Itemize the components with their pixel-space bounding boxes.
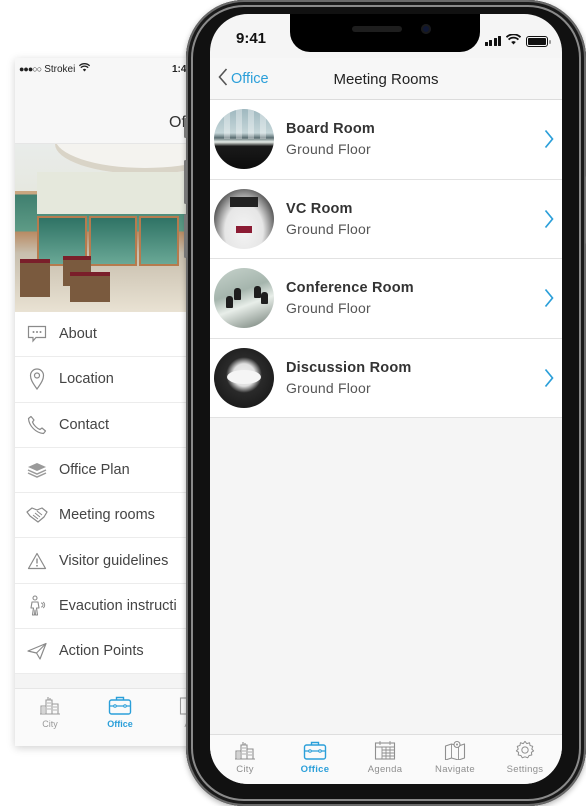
chevron-right-icon — [544, 288, 554, 313]
warning-icon — [15, 552, 59, 570]
briefcase-icon — [108, 696, 132, 717]
map-icon — [444, 740, 466, 763]
location-pin-icon — [15, 368, 59, 391]
tab-label: Navigate — [435, 764, 475, 775]
handshake-icon — [15, 506, 59, 524]
notch — [290, 14, 480, 52]
menu-item-contact[interactable]: Contact — [15, 403, 195, 448]
room-name: Board Room — [286, 121, 375, 138]
back-status-bar: ●●●○○ Strokei 1:4 — [15, 58, 195, 80]
page-title: Meeting Rooms — [333, 71, 439, 88]
back-status-time: 1:4 — [172, 64, 187, 75]
layers-icon — [15, 462, 59, 478]
wifi-icon — [505, 32, 522, 50]
room-name: Conference Room — [286, 280, 414, 297]
menu-item-label: Meeting rooms — [59, 507, 155, 524]
front-camera — [421, 24, 431, 34]
chevron-right-icon — [544, 129, 554, 154]
menu-item-about[interactable]: About — [15, 312, 195, 358]
mute-switch — [184, 118, 187, 138]
room-floor: Ground Floor — [286, 220, 371, 237]
back-tab-city[interactable]: City — [25, 695, 75, 729]
signal-dots: ●●●○○ — [19, 64, 42, 74]
menu-item-visitor-guidelines[interactable]: Visitor guidelines — [15, 538, 195, 584]
menu-item-meeting-rooms[interactable]: Meeting rooms — [15, 493, 195, 539]
back-tab-office[interactable]: Office — [95, 695, 145, 729]
phone-icon — [15, 415, 59, 435]
background-phone-screen: ●●●○○ Strokei 1:4 Of About Location Cont… — [15, 58, 195, 746]
menu-item-label: About — [59, 326, 97, 343]
room-list-item[interactable]: Conference Room Ground Floor — [210, 259, 562, 339]
menu-item-label: Office Plan — [59, 462, 130, 479]
room-name: VC Room — [286, 200, 353, 217]
menu-item-label: Action Points — [59, 643, 144, 660]
menu-item-location[interactable]: Location — [15, 357, 195, 403]
tab-office[interactable]: Office — [280, 740, 350, 775]
battery-icon — [526, 35, 551, 47]
menu-item-office-plan[interactable]: Office Plan — [15, 448, 195, 494]
back-navbar: Of — [15, 80, 195, 144]
back-tab-bar: City Office Ag — [15, 688, 195, 746]
tab-bar: City Office Agenda Navigate Settings — [210, 734, 562, 784]
room-floor: Ground Floor — [286, 141, 371, 158]
menu-item-label: Evacution instructi — [59, 597, 177, 614]
room-list-item[interactable]: VC Room Ground Floor — [210, 180, 562, 259]
menu-item-action-points[interactable]: Action Points — [15, 629, 195, 675]
city-icon — [39, 697, 61, 717]
tab-label: Settings — [506, 764, 544, 775]
tab-label: City — [42, 719, 58, 729]
menu-item-evacuation[interactable]: Evacution instructi — [15, 584, 195, 630]
room-floor: Ground Floor — [286, 379, 371, 396]
gear-icon — [514, 740, 536, 763]
tab-label: City — [236, 764, 254, 775]
tab-agenda[interactable]: Agenda — [350, 740, 420, 775]
tab-settings[interactable]: Settings — [490, 740, 560, 775]
cellular-signal-icon — [484, 36, 501, 46]
room-floor: Ground Floor — [286, 300, 371, 317]
tab-city[interactable]: City — [210, 740, 280, 775]
tab-label: Office — [300, 764, 330, 775]
volume-up-button — [184, 160, 187, 204]
room-thumbnail — [214, 347, 274, 408]
office-menu-list: About Location Contact Office Plan Meeti… — [15, 312, 195, 675]
menu-item-label: Visitor guidelines — [59, 552, 169, 569]
menu-item-label: Contact — [59, 416, 109, 433]
city-icon — [234, 742, 256, 763]
chevron-right-icon — [544, 209, 554, 234]
room-list-item[interactable]: Board Room Ground Floor — [210, 100, 562, 180]
meeting-rooms-list: Board Room Ground Floor VC Room Ground F… — [210, 100, 562, 418]
calendar-icon — [374, 741, 396, 763]
room-thumbnail — [214, 188, 274, 249]
speech-bubble-icon — [15, 325, 59, 343]
menu-item-label: Location — [59, 371, 114, 388]
navigation-bar: Office Meeting Rooms — [210, 58, 562, 100]
room-list-item[interactable]: Discussion Room Ground Floor — [210, 339, 562, 418]
room-name: Discussion Room — [286, 359, 412, 376]
wifi-icon — [79, 63, 91, 75]
office-lobby-photo — [15, 144, 195, 312]
chevron-right-icon — [544, 368, 554, 393]
briefcase-icon — [303, 741, 327, 763]
paper-plane-icon — [15, 642, 59, 660]
tab-label: Office — [107, 719, 133, 729]
room-thumbnail — [214, 109, 274, 170]
carrier-name: Strokei — [44, 63, 76, 75]
tab-label: Agenda — [367, 764, 403, 775]
walking-person-icon — [15, 595, 59, 617]
iphone-frame: 9:41 Office Meeting Rooms Board Room Gro… — [184, 0, 586, 806]
tab-navigate[interactable]: Navigate — [420, 740, 490, 775]
status-time: 9:41 — [236, 30, 267, 47]
speaker-grille — [352, 26, 402, 32]
phone-screen: 9:41 Office Meeting Rooms Board Room Gro… — [210, 14, 562, 784]
room-thumbnail — [214, 268, 274, 329]
volume-down-button — [184, 214, 187, 258]
